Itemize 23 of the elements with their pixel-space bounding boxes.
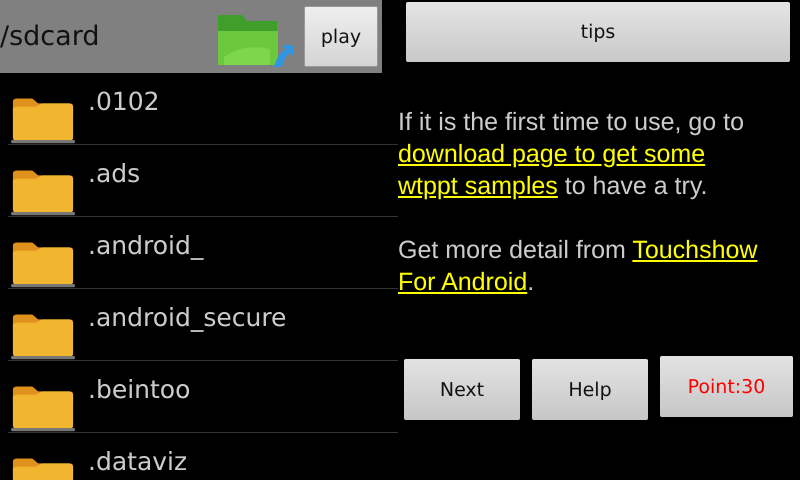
file-row[interactable]: .android_secure <box>8 289 398 361</box>
tips-button[interactable]: tips <box>406 2 790 62</box>
folder-name: .dataviz <box>88 447 188 476</box>
folder-name: .android_ <box>88 231 204 260</box>
link[interactable]: Touchshow <box>632 236 758 264</box>
info-paragraph: If it is the first time to use, go to download page to get some wtppt samples to have a try. <box>398 107 745 202</box>
play-button[interactable]: play <box>304 6 378 67</box>
folder-name: .0102 <box>88 87 160 116</box>
file-row[interactable]: .android_ <box>8 217 398 289</box>
info-paragraph: Get more detail from Touchshow For Android. <box>398 235 758 298</box>
folder-name: .beintoo <box>88 375 190 404</box>
action-button[interactable]: Help <box>532 359 648 420</box>
file-row[interactable]: .0102 <box>8 73 398 145</box>
path-label: /sdcard <box>0 21 100 52</box>
folder-name: .ads <box>88 159 140 188</box>
file-row[interactable]: .dataviz <box>8 433 398 480</box>
file-row[interactable]: .ads <box>8 145 398 217</box>
file-row[interactable]: .beintoo <box>8 361 398 433</box>
link[interactable]: For Android <box>398 268 528 296</box>
link[interactable]: wtppt samples <box>398 172 558 200</box>
folder-name: .android_secure <box>88 303 286 332</box>
action-button[interactable]: Next <box>404 359 520 420</box>
link[interactable]: download page to get some <box>398 140 706 168</box>
